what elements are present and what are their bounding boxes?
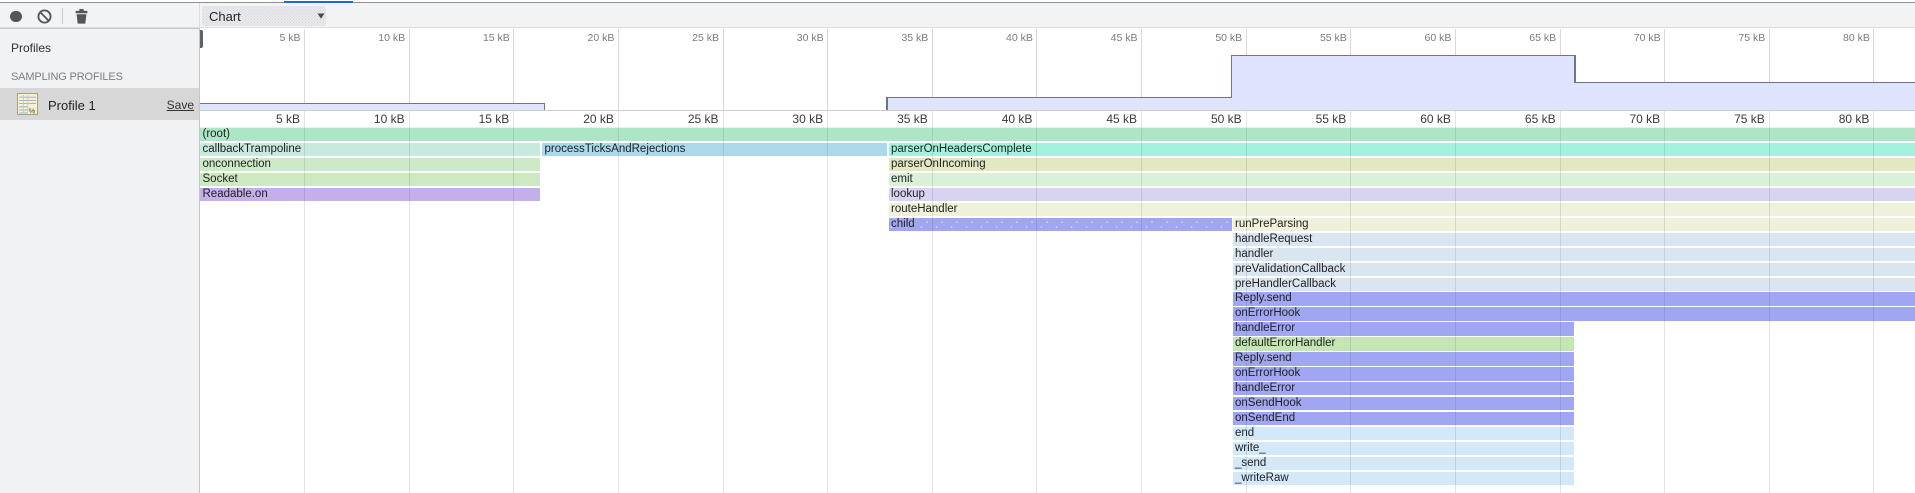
svg-text:%: % (29, 106, 36, 115)
